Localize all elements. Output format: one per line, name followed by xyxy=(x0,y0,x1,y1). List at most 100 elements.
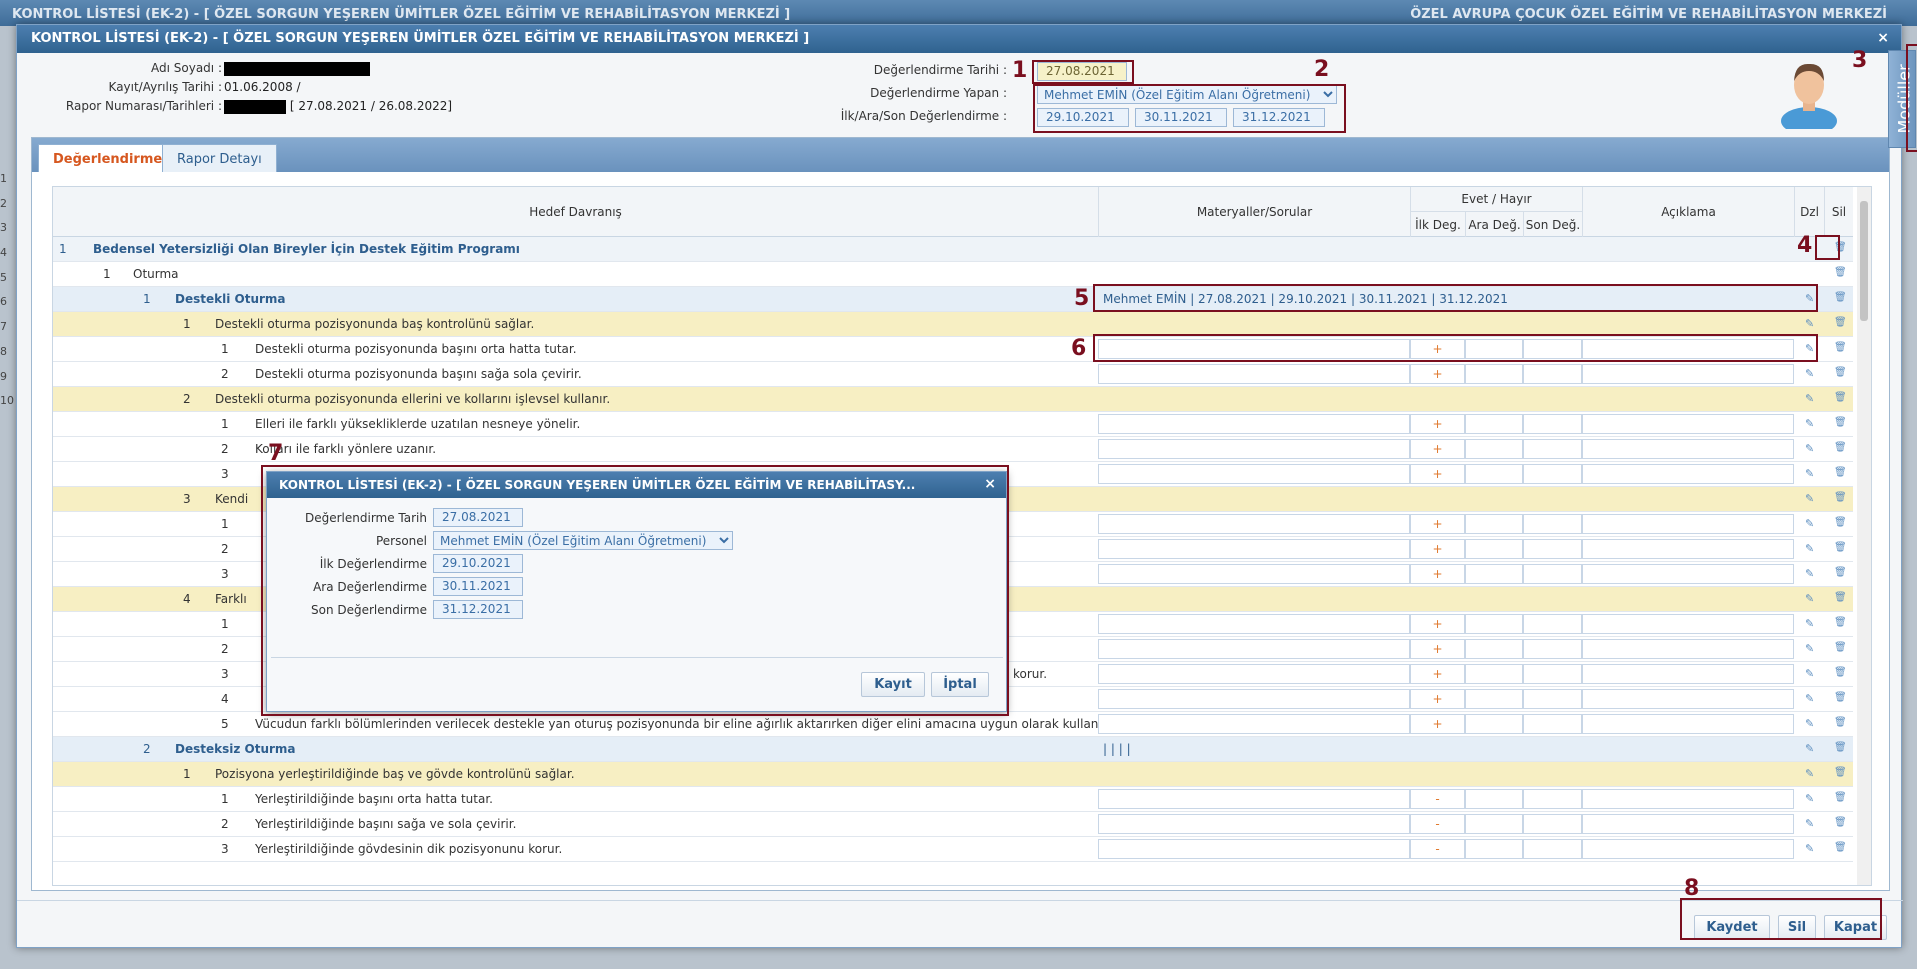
tab-rapor-detayi[interactable]: Rapor Detayı xyxy=(162,144,277,172)
tab-degerlendirme[interactable]: Değerlendirme xyxy=(38,144,178,172)
son-cell[interactable] xyxy=(1523,689,1582,709)
delete-icon[interactable]: 🗑 xyxy=(1834,292,1847,303)
edit-icon[interactable]: ✎ xyxy=(1805,542,1814,555)
aciklama-input[interactable] xyxy=(1582,689,1794,709)
aciklama-input[interactable] xyxy=(1582,789,1794,809)
ilk-cell[interactable]: + xyxy=(1410,689,1465,709)
aciklama-input[interactable] xyxy=(1582,814,1794,834)
materyal-input[interactable] xyxy=(1098,514,1410,534)
edit-icon[interactable]: ✎ xyxy=(1805,367,1814,380)
ilk-cell[interactable]: - xyxy=(1410,814,1465,834)
son-cell[interactable] xyxy=(1523,714,1582,734)
edit-icon[interactable]: ✎ xyxy=(1805,717,1814,730)
delete-icon[interactable]: 🗑 xyxy=(1834,717,1847,728)
edit-icon[interactable]: ✎ xyxy=(1805,667,1814,680)
ilk-cell[interactable]: - xyxy=(1410,839,1465,859)
aciklama-input[interactable] xyxy=(1582,839,1794,859)
ilk-cell[interactable]: + xyxy=(1410,564,1465,584)
delete-icon[interactable]: 🗑 xyxy=(1834,567,1847,578)
delete-icon[interactable]: 🗑 xyxy=(1834,767,1847,778)
edit-icon[interactable]: ✎ xyxy=(1805,767,1814,780)
edit-icon[interactable]: ✎ xyxy=(1805,692,1814,705)
materyal-input[interactable] xyxy=(1098,714,1410,734)
delete-icon[interactable]: 🗑 xyxy=(1834,842,1847,853)
ara-cell[interactable] xyxy=(1465,614,1523,634)
ara-cell[interactable] xyxy=(1465,539,1523,559)
son-cell[interactable] xyxy=(1523,414,1582,434)
ilk-cell[interactable]: + xyxy=(1410,539,1465,559)
materyal-input[interactable] xyxy=(1098,564,1410,584)
ara-cell[interactable] xyxy=(1465,439,1523,459)
edit-icon[interactable]: ✎ xyxy=(1805,492,1814,505)
edit-icon[interactable]: ✎ xyxy=(1805,517,1814,530)
ara-cell[interactable] xyxy=(1465,789,1523,809)
son-cell[interactable] xyxy=(1523,814,1582,834)
materyal-input[interactable] xyxy=(1098,614,1410,634)
delete-icon[interactable]: 🗑 xyxy=(1834,392,1847,403)
son-cell[interactable] xyxy=(1523,789,1582,809)
delete-icon[interactable]: 🗑 xyxy=(1834,317,1847,328)
ilk-cell[interactable]: + xyxy=(1410,414,1465,434)
edit-icon[interactable]: ✎ xyxy=(1805,567,1814,580)
son-cell[interactable] xyxy=(1523,664,1582,684)
ilk-cell[interactable]: + xyxy=(1410,714,1465,734)
delete-icon[interactable]: 🗑 xyxy=(1834,367,1847,378)
delete-icon[interactable]: 🗑 xyxy=(1834,617,1847,628)
delete-icon[interactable]: 🗑 xyxy=(1834,742,1847,753)
ilk-cell[interactable]: + xyxy=(1410,439,1465,459)
delete-icon[interactable]: 🗑 xyxy=(1834,467,1847,478)
aciklama-input[interactable] xyxy=(1582,514,1794,534)
delete-icon[interactable]: 🗑 xyxy=(1834,542,1847,553)
edit-icon[interactable]: ✎ xyxy=(1805,592,1814,605)
son-cell[interactable] xyxy=(1523,364,1582,384)
edit-icon[interactable]: ✎ xyxy=(1805,417,1814,430)
ara-cell[interactable] xyxy=(1465,564,1523,584)
aciklama-input[interactable] xyxy=(1582,639,1794,659)
son-cell[interactable] xyxy=(1523,614,1582,634)
delete-icon[interactable]: 🗑 xyxy=(1834,817,1847,828)
son-cell[interactable] xyxy=(1523,464,1582,484)
edit-icon[interactable]: ✎ xyxy=(1805,617,1814,630)
materyal-input[interactable] xyxy=(1098,689,1410,709)
ilk-cell[interactable]: + xyxy=(1410,464,1465,484)
delete-icon[interactable]: 🗑 xyxy=(1834,592,1847,603)
ilk-cell[interactable]: + xyxy=(1410,614,1465,634)
materyal-input[interactable] xyxy=(1098,414,1410,434)
materyal-input[interactable] xyxy=(1098,464,1410,484)
aciklama-input[interactable] xyxy=(1582,714,1794,734)
delete-icon[interactable]: 🗑 xyxy=(1834,667,1847,678)
son-cell[interactable] xyxy=(1523,514,1582,534)
ilk-cell[interactable]: + xyxy=(1410,639,1465,659)
materyal-input[interactable] xyxy=(1098,439,1410,459)
edit-icon[interactable]: ✎ xyxy=(1805,317,1814,330)
aciklama-input[interactable] xyxy=(1582,439,1794,459)
aciklama-input[interactable] xyxy=(1582,614,1794,634)
materyal-input[interactable] xyxy=(1098,839,1410,859)
edit-icon[interactable]: ✎ xyxy=(1805,842,1814,855)
delete-icon[interactable]: 🗑 xyxy=(1834,342,1847,353)
grid-scrollbar[interactable] xyxy=(1857,187,1871,885)
edit-icon[interactable]: ✎ xyxy=(1805,792,1814,805)
ilk-cell[interactable]: + xyxy=(1410,514,1465,534)
son-cell[interactable] xyxy=(1523,839,1582,859)
delete-icon[interactable]: 🗑 xyxy=(1834,417,1847,428)
edit-icon[interactable]: ✎ xyxy=(1805,642,1814,655)
son-cell[interactable] xyxy=(1523,539,1582,559)
aciklama-input[interactable] xyxy=(1582,539,1794,559)
son-cell[interactable] xyxy=(1523,439,1582,459)
materyal-input[interactable] xyxy=(1098,364,1410,384)
edit-icon[interactable]: ✎ xyxy=(1805,392,1814,405)
materyal-input[interactable] xyxy=(1098,814,1410,834)
delete-icon[interactable]: 🗑 xyxy=(1834,692,1847,703)
delete-icon[interactable]: 🗑 xyxy=(1834,517,1847,528)
ara-cell[interactable] xyxy=(1465,514,1523,534)
ara-cell[interactable] xyxy=(1465,664,1523,684)
materyal-input[interactable] xyxy=(1098,539,1410,559)
edit-icon[interactable]: ✎ xyxy=(1805,442,1814,455)
son-cell[interactable] xyxy=(1523,639,1582,659)
delete-icon[interactable]: 🗑 xyxy=(1834,442,1847,453)
edit-icon[interactable]: ✎ xyxy=(1805,742,1814,755)
materyal-input[interactable] xyxy=(1098,639,1410,659)
aciklama-input[interactable] xyxy=(1582,564,1794,584)
materyal-input[interactable] xyxy=(1098,789,1410,809)
